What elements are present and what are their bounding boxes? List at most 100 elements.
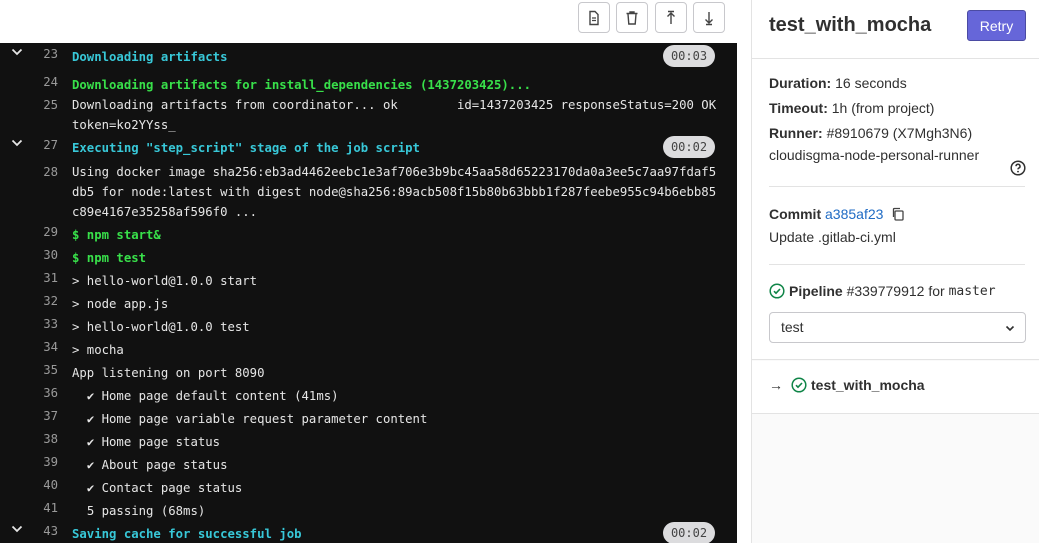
job-log-panel: 23 Downloading artifacts 00:03 24 Downloadin… [0, 0, 737, 543]
erase-log-button[interactable] [616, 2, 648, 33]
log-line: 40 ✔ Contact page status [0, 474, 737, 497]
log-line-number[interactable]: 27 [28, 138, 58, 152]
timeout-row: Timeout: 1h (from project) [769, 100, 934, 116]
scroll-to-bottom-button[interactable] [693, 2, 725, 33]
job-list-item[interactable]: → test_with_mocha [769, 377, 925, 393]
log-line-number[interactable]: 23 [28, 47, 58, 61]
log-line-number[interactable]: 37 [28, 409, 58, 423]
commit-section: Commit a385af23 Update .gitlab-ci.yml [752, 187, 1039, 265]
log-line-number[interactable]: 41 [28, 501, 58, 515]
log-line-number[interactable]: 33 [28, 317, 58, 331]
pipeline-label: Pipeline [789, 283, 843, 299]
log-line-number[interactable]: 34 [28, 340, 58, 354]
trash-icon [626, 10, 638, 25]
job-title: test_with_mocha [769, 14, 932, 36]
commit-sha-link[interactable]: a385af23 [825, 206, 883, 222]
pipeline-id-link[interactable]: #339779912 [847, 283, 925, 299]
log-line-number[interactable]: 29 [28, 225, 58, 239]
log-line-number[interactable]: 24 [28, 75, 58, 89]
job-sidebar: test_with_mocha Retry Duration: 16 secon… [751, 0, 1039, 543]
log-line: 41 5 passing (68ms) [0, 497, 737, 520]
log-line: 31 > hello-world@1.0.0 start [0, 267, 737, 290]
log-line-number[interactable]: 36 [28, 386, 58, 400]
stage-selected-value: test [781, 319, 804, 335]
scroll-up-icon [667, 10, 675, 24]
log-line: 36 ✔ Home page default content (41ms) [0, 382, 737, 405]
log-line-text: $ npm test [72, 251, 147, 265]
runner-row: Runner: #8910679 (X7Mgh3N6) [769, 125, 972, 141]
log-line-number[interactable]: 43 [28, 524, 58, 538]
log-line-number[interactable]: 32 [28, 294, 58, 308]
duration-value: 16 seconds [835, 75, 907, 91]
log-line: 28 Using docker image sha256:eb3ad4462eeb… [0, 161, 737, 221]
log-toolbar [0, 0, 737, 43]
pipeline-row: Pipeline #339779912 for master [769, 283, 996, 299]
scroll-down-icon [705, 11, 713, 25]
log-line-text: Downloading artifacts [72, 50, 228, 64]
log-line-text: > mocha [72, 343, 124, 357]
log-line-text: Downloading artifacts for install_depend… [72, 78, 532, 92]
document-icon [589, 10, 599, 25]
log-line-number[interactable]: 28 [28, 165, 58, 179]
log-line-text: Downloading artifacts from coordinator..… [72, 98, 724, 132]
log-line-text: > hello-world@1.0.0 start [72, 274, 258, 288]
stage-jobs-list: → test_with_mocha [752, 361, 1039, 414]
pipeline-section: Pipeline #339779912 for master test [752, 265, 1039, 360]
log-line: 24 Downloading artifacts for install_depe… [0, 71, 737, 94]
log-line-text: ✔ Home page default content (41ms) [72, 389, 339, 403]
log-section-header[interactable]: 23 Downloading artifacts 00:03 [0, 43, 737, 67]
job-list-item-name: test_with_mocha [811, 377, 925, 393]
copy-icon[interactable] [891, 207, 905, 221]
stage-dropdown[interactable]: test [769, 312, 1026, 343]
log-line: 29 $ npm start& [0, 221, 737, 244]
log-line-text: Saving cache for successful job [72, 527, 302, 541]
pipeline-for-text: for [928, 283, 945, 299]
job-log-output[interactable]: 23 Downloading artifacts 00:03 24 Downloadin… [0, 43, 737, 543]
scroll-to-top-button[interactable] [655, 2, 687, 33]
sidebar-header: test_with_mocha Retry [752, 0, 1039, 59]
log-section-header[interactable]: 27 Executing "step_script" stage of the j… [0, 134, 737, 158]
log-line: 38 ✔ Home page status [0, 428, 737, 451]
retry-button[interactable]: Retry [967, 10, 1026, 41]
log-line-number[interactable]: 39 [28, 455, 58, 469]
log-line-number[interactable]: 35 [28, 363, 58, 377]
log-line: 33 > hello-world@1.0.0 test [0, 313, 737, 336]
log-line-number[interactable]: 31 [28, 271, 58, 285]
runner-name: cloudisgma-node-personal-runner [769, 147, 980, 163]
log-line-text: Executing "step_script" stage of the job… [72, 141, 420, 155]
log-line-text: ✔ Contact page status [72, 481, 243, 495]
log-line: 35 App listening on port 8090 [0, 359, 737, 382]
status-success-icon [791, 377, 807, 393]
duration-row: Duration: 16 seconds [769, 75, 907, 91]
chevron-down-icon [1005, 325, 1015, 332]
job-details: Duration: 16 seconds Timeout: 1h (from p… [752, 59, 1039, 187]
log-line-number[interactable]: 30 [28, 248, 58, 262]
commit-row: Commit a385af23 [769, 206, 905, 222]
help-icon[interactable] [1010, 160, 1026, 176]
log-line: 30 $ npm test [0, 244, 737, 267]
duration-label: Duration: [769, 75, 832, 91]
commit-message: Update .gitlab-ci.yml [769, 229, 896, 245]
log-line-text: ✔ Home page variable request parameter c… [72, 412, 428, 426]
section-duration-badge: 00:03 [663, 45, 715, 67]
runner-label: Runner: [769, 125, 823, 141]
runner-value: #8910679 (X7Mgh3N6) [826, 125, 973, 141]
log-section-header[interactable]: 43 Saving cache for successful job 00:02 [0, 520, 737, 543]
section-duration-badge: 00:02 [663, 136, 715, 158]
log-line: 39 ✔ About page status [0, 451, 737, 474]
chevron-down-icon[interactable] [10, 522, 24, 536]
log-line-text: ✔ Home page status [72, 435, 221, 449]
commit-label: Commit [769, 206, 822, 222]
show-raw-button[interactable] [578, 2, 610, 33]
log-line-text: $ npm start& [72, 228, 161, 242]
chevron-down-icon[interactable] [10, 136, 24, 150]
status-success-icon [769, 283, 785, 299]
log-line-text: 5 passing (68ms) [72, 504, 206, 518]
log-line-number[interactable]: 25 [28, 98, 58, 112]
chevron-down-icon[interactable] [10, 45, 24, 59]
log-line-number[interactable]: 38 [28, 432, 58, 446]
log-line-number[interactable]: 40 [28, 478, 58, 492]
log-line-text: ✔ About page status [72, 458, 228, 472]
pipeline-branch-link[interactable]: master [949, 284, 996, 299]
section-duration-badge: 00:02 [663, 522, 715, 543]
